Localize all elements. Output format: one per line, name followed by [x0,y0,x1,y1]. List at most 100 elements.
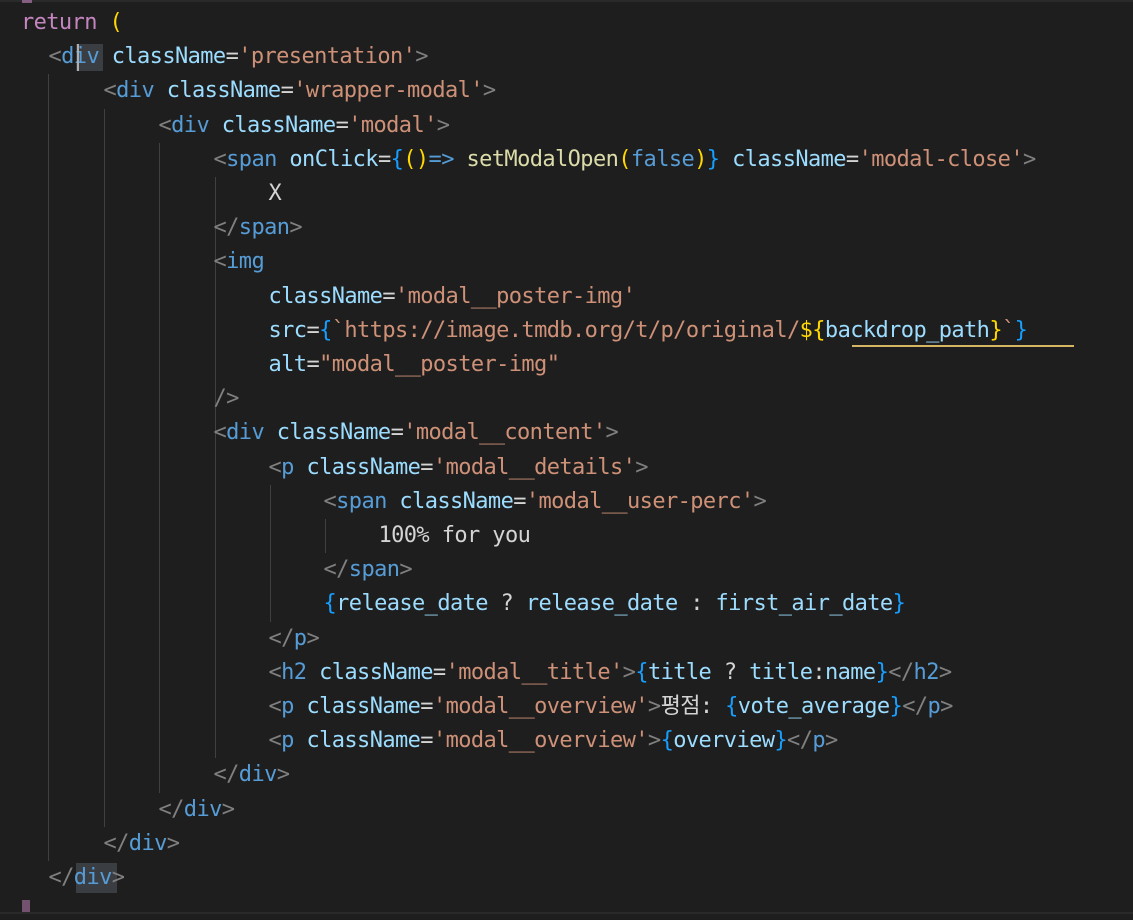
clipped-line-fragment-bottom [22,900,30,912]
code-line[interactable]: </span> [214,211,303,245]
code-token-punct: > [166,830,180,856]
code-line[interactable]: </span> [324,553,413,587]
code-line[interactable]: </p> [269,622,320,656]
code-token-tag: h2 [913,659,940,685]
code-line[interactable]: <span className='modal__user-perc'> [324,485,767,519]
code-line[interactable]: /> [213,382,240,416]
code-line[interactable]: <div className='wrapper-modal'> [103,74,497,108]
code-token-brace: } [706,146,720,172]
code-token-text: = [335,112,349,138]
code-line[interactable]: <div className='modal__content'> [214,416,619,450]
code-line[interactable]: {release_date ? release_date : first_air… [324,587,906,621]
code-token-tag: div [61,44,100,70]
code-token-brace: { [725,694,738,719]
code-token-text: = [280,78,294,104]
code-token-punct: > [938,659,952,685]
code-token-punct: < [158,112,172,138]
code-token-string: ` [1001,317,1015,343]
code-token-tag: span [348,557,400,583]
code-token-brace: { [390,146,404,172]
code-token-paren: } [989,317,1002,343]
code-token-punct: > [482,78,496,104]
code-line[interactable]: <div className='presentation'> [49,40,429,74]
code-token-tag: p [293,625,307,651]
code-token-punct: < [268,694,282,719]
code-token-text: ? [711,659,750,685]
code-token-text: 100% for you [378,523,531,548]
code-token-punct: < [103,78,117,104]
code-token-punct: </ [103,830,130,856]
code-token-punct: > [399,557,413,583]
code-token-attr: className [268,283,383,309]
code-line[interactable]: </div> [104,827,180,861]
code-token-tag: div [183,796,223,822]
code-token-text: = [306,352,320,377]
code-token-func: setModalOpen [466,146,619,172]
code-token-tag: p [281,454,294,480]
code-token-punct: > [605,420,619,446]
code-token-attr: title [749,659,813,685]
code-token-text: = [306,317,320,343]
code-token-attr: backdrop_path [824,317,990,343]
code-line[interactable]: <p className='modal__details'> [269,451,649,485]
indent-guide [48,74,49,861]
code-token-attr: src [268,317,308,343]
code-line[interactable]: <div className='modal'> [159,109,450,143]
code-token-tag: div [238,762,278,788]
code-line[interactable]: <p className='modal__overview'>평점: {vote… [268,690,954,724]
code-line[interactable]: return ( [21,6,123,40]
code-token-punct: < [213,420,227,446]
code-token-punct: </ [48,865,75,890]
code-token-punct: /> [213,386,240,412]
code-token-paren: () [403,146,429,172]
code-token-punct: > [276,762,290,788]
code-line[interactable]: <h2 className='modal__title'>{title ? ti… [268,656,953,690]
code-token-punct: > [415,44,428,70]
code-token-brace: { [660,728,674,754]
code-token-text: = [845,146,859,172]
code-line[interactable]: 100% for you [379,519,531,553]
code-token-punct: > [753,488,767,514]
code-token-punct: > [1022,146,1036,172]
code-token-punct: </ [213,762,240,788]
code-token-punct: </ [888,659,914,685]
code-token-attr: title [647,659,712,685]
code-token-paren: ) [694,146,707,172]
code-token-punct: > [306,625,320,651]
code-token-brace: { [635,659,648,685]
code-token-string: 'modal-close' [858,146,1024,172]
code-token-tag: span [226,146,277,172]
code-token-punct: > [635,454,648,480]
code-token-brace: { [323,591,337,617]
code-token-attr: className [221,112,336,138]
code-line[interactable]: <img [214,245,265,279]
code-line[interactable]: </div> [159,793,235,827]
code-line[interactable]: className='modal__poster-img' [269,280,636,314]
code-line[interactable]: </div> [214,758,290,792]
code-line[interactable]: </div> [49,861,125,895]
code-line[interactable]: <span onClick={()=> setModalOpen(false)}… [214,143,1037,177]
code-token-attr: className [306,694,421,719]
code-token-attr: className [111,44,226,70]
code-line[interactable]: <p className='modal__overview'>{overview… [269,724,839,758]
code-token-attr: name [825,659,876,685]
scroll-edge-bottom [0,912,1133,914]
code-line[interactable]: X [269,177,282,211]
code-token-tag: div [226,420,265,446]
code-token-text: = [420,728,433,754]
code-token-tag: false [630,146,695,172]
code-token-punct: </ [213,215,240,241]
code-token-attr: className [732,146,846,172]
code-token-attr: first_air_date [715,591,894,617]
code-token-attr: vote_average [737,694,890,719]
code-token-keyword: return [21,10,97,35]
indent-guide [270,484,271,622]
code-line[interactable]: src={`https://image.tmdb.org/t/p/origina… [269,314,1028,348]
code-line[interactable]: alt="modal__poster-img" [269,348,560,382]
code-token-text: : [677,591,716,617]
code-editor[interactable]: return (<div className='presentation'> <d… [0,0,1133,920]
code-token-attr: onClick [289,146,378,172]
code-token-punct: < [268,659,282,685]
